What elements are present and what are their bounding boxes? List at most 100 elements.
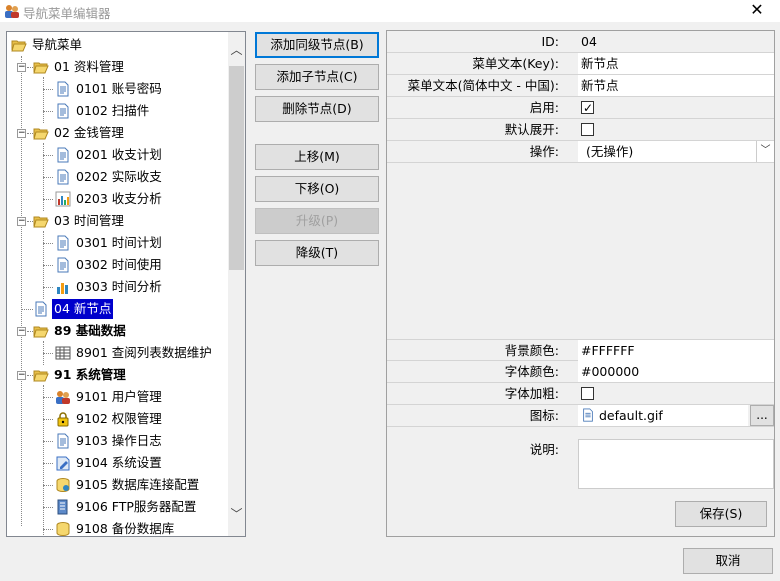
tree-connector [43,287,53,288]
prop-row-zh: 菜单文本(简体中文 - 中国): 新节点 [387,75,774,97]
font-color-input[interactable]: #000000 [578,361,774,382]
tree-node[interactable]: 9104 系统设置 [55,453,164,473]
bold-checkbox[interactable] [581,387,594,400]
prop-row-bold: 字体加粗: [387,383,774,405]
tree-node[interactable]: 8901 查阅列表数据维护 [55,343,214,363]
tree-node[interactable]: 0202 实际收支 [55,167,164,187]
tree-connector [43,507,53,508]
prop-row-id: ID: 04 [387,31,774,53]
scroll-up-icon[interactable]: ︿ [228,42,245,59]
tree-connector [43,155,53,156]
collapse-toggle[interactable]: − [17,63,26,72]
move-down-button[interactable]: 下移(O) [255,176,379,202]
folder-open-icon [33,367,49,383]
menu-tree[interactable]: 导航菜单 − 01 资料管理 0101 账号密码 0102 扫描件 − 02 金… [6,31,246,537]
delete-node-button[interactable]: 删除节点(D) [255,96,379,122]
tree-node[interactable]: 9101 用户管理 [55,387,164,407]
scroll-thumb[interactable] [229,66,244,270]
icon-input[interactable]: default.gif [578,405,748,426]
add-sibling-button[interactable]: 添加同级节点(B) [255,32,379,58]
demote-button[interactable]: 降级(T) [255,240,379,266]
bg-color-input[interactable]: #FFFFFF [578,340,774,361]
document-icon [33,301,49,317]
tree-node[interactable]: 0302 时间使用 [55,255,164,275]
save-button[interactable]: 保存(S) [675,501,767,527]
tree-node[interactable]: 91 系统管理 [33,365,128,385]
tree-node[interactable]: 9108 备份数据库 [55,519,176,536]
tree-connector [43,111,53,112]
prop-row-bgcolor: 背景颜色: #FFFFFF [387,339,774,361]
collapse-toggle[interactable]: − [17,371,26,380]
tree-node[interactable]: 02 金钱管理 [33,123,126,143]
tree-connector [43,397,53,398]
tree-node[interactable]: 0303 时间分析 [55,277,164,297]
prop-row-operation: 操作: (无操作) ﹀ [387,141,774,163]
title-bar: 导航菜单编辑器 ✕ [0,0,780,22]
tree-node[interactable]: 9102 权限管理 [55,409,164,429]
operation-select[interactable]: (无操作) ﹀ [578,141,774,162]
tree-connector [43,385,44,535]
folder-open-icon [33,59,49,75]
tree-connector [43,199,53,200]
bar-chart-icon [55,279,71,295]
tree-node[interactable]: 9106 FTP服务器配置 [55,497,198,517]
tree-node[interactable]: 0101 账号密码 [55,79,164,99]
key-text-input[interactable]: 新节点 [578,53,774,74]
tree-connector [43,353,53,354]
tree-node[interactable]: 0301 时间计划 [55,233,164,253]
chevron-down-icon[interactable]: ﹀ [756,141,774,162]
collapse-toggle[interactable]: − [17,129,26,138]
tree-connector [43,243,53,244]
prop-row-fontcolor: 字体颜色: #000000 [387,361,774,383]
prop-row-icon: 图标: default.gif ... [387,405,774,427]
tree-root[interactable]: 导航菜单 [11,35,84,55]
close-button[interactable]: ✕ [734,0,780,22]
browse-icon-button[interactable]: ... [750,405,774,426]
tree-connector [21,309,33,310]
property-panel: ID: 04 菜单文本(Key): 新节点 菜单文本(简体中文 - 中国): 新… [386,30,775,537]
document-icon [55,169,71,185]
log-document-icon [55,433,71,449]
bar-chart-icon [55,191,71,207]
zh-text-input[interactable]: 新节点 [578,75,774,96]
add-child-button[interactable]: 添加子节点(C) [255,64,379,90]
document-icon [55,147,71,163]
tree-scrollbar[interactable]: ︿ ﹀ [228,32,245,536]
document-icon [55,81,71,97]
prop-row-key: 菜单文本(Key): 新节点 [387,53,774,75]
move-up-button[interactable]: 上移(M) [255,144,379,170]
collapse-toggle[interactable]: − [17,327,26,336]
tree-node[interactable]: 03 时间管理 [33,211,126,231]
tree-node[interactable]: 9105 数据库连接配置 [55,475,201,495]
lock-icon [55,411,71,427]
tree-node[interactable]: 9103 操作日志 [55,431,164,451]
scroll-down-icon[interactable]: ﹀ [228,506,245,523]
tree-connector [43,77,44,123]
folder-open-icon [33,125,49,141]
tree-connector [43,441,53,442]
id-value: 04 [581,34,597,49]
tree-node[interactable]: 89 基础数据 [33,321,128,341]
settings-doc-icon [55,455,71,471]
enabled-checkbox[interactable]: ✓ [581,101,594,115]
tree-node-selected[interactable]: 04 新节点 [33,298,115,320]
folder-open-icon [11,37,27,53]
document-icon [55,235,71,251]
cancel-button[interactable]: 取消 [683,548,773,574]
tree-node[interactable]: 0203 收支分析 [55,189,164,209]
tree-node[interactable]: 01 资料管理 [33,57,126,77]
promote-button[interactable]: 升级(P) [255,208,379,234]
tree-connector [43,419,53,420]
users-icon [55,389,71,405]
expand-checkbox[interactable] [581,123,594,136]
collapse-toggle[interactable]: − [17,217,26,226]
document-icon [55,103,71,119]
folder-open-icon [33,323,49,339]
tree-connector [43,177,53,178]
document-icon [55,257,71,273]
database-backup-icon [55,521,71,536]
tree-node[interactable]: 0201 收支计划 [55,145,164,165]
description-textarea[interactable] [578,439,774,489]
tree-node[interactable]: 0102 扫描件 [55,101,151,121]
tree-connector [43,463,53,464]
